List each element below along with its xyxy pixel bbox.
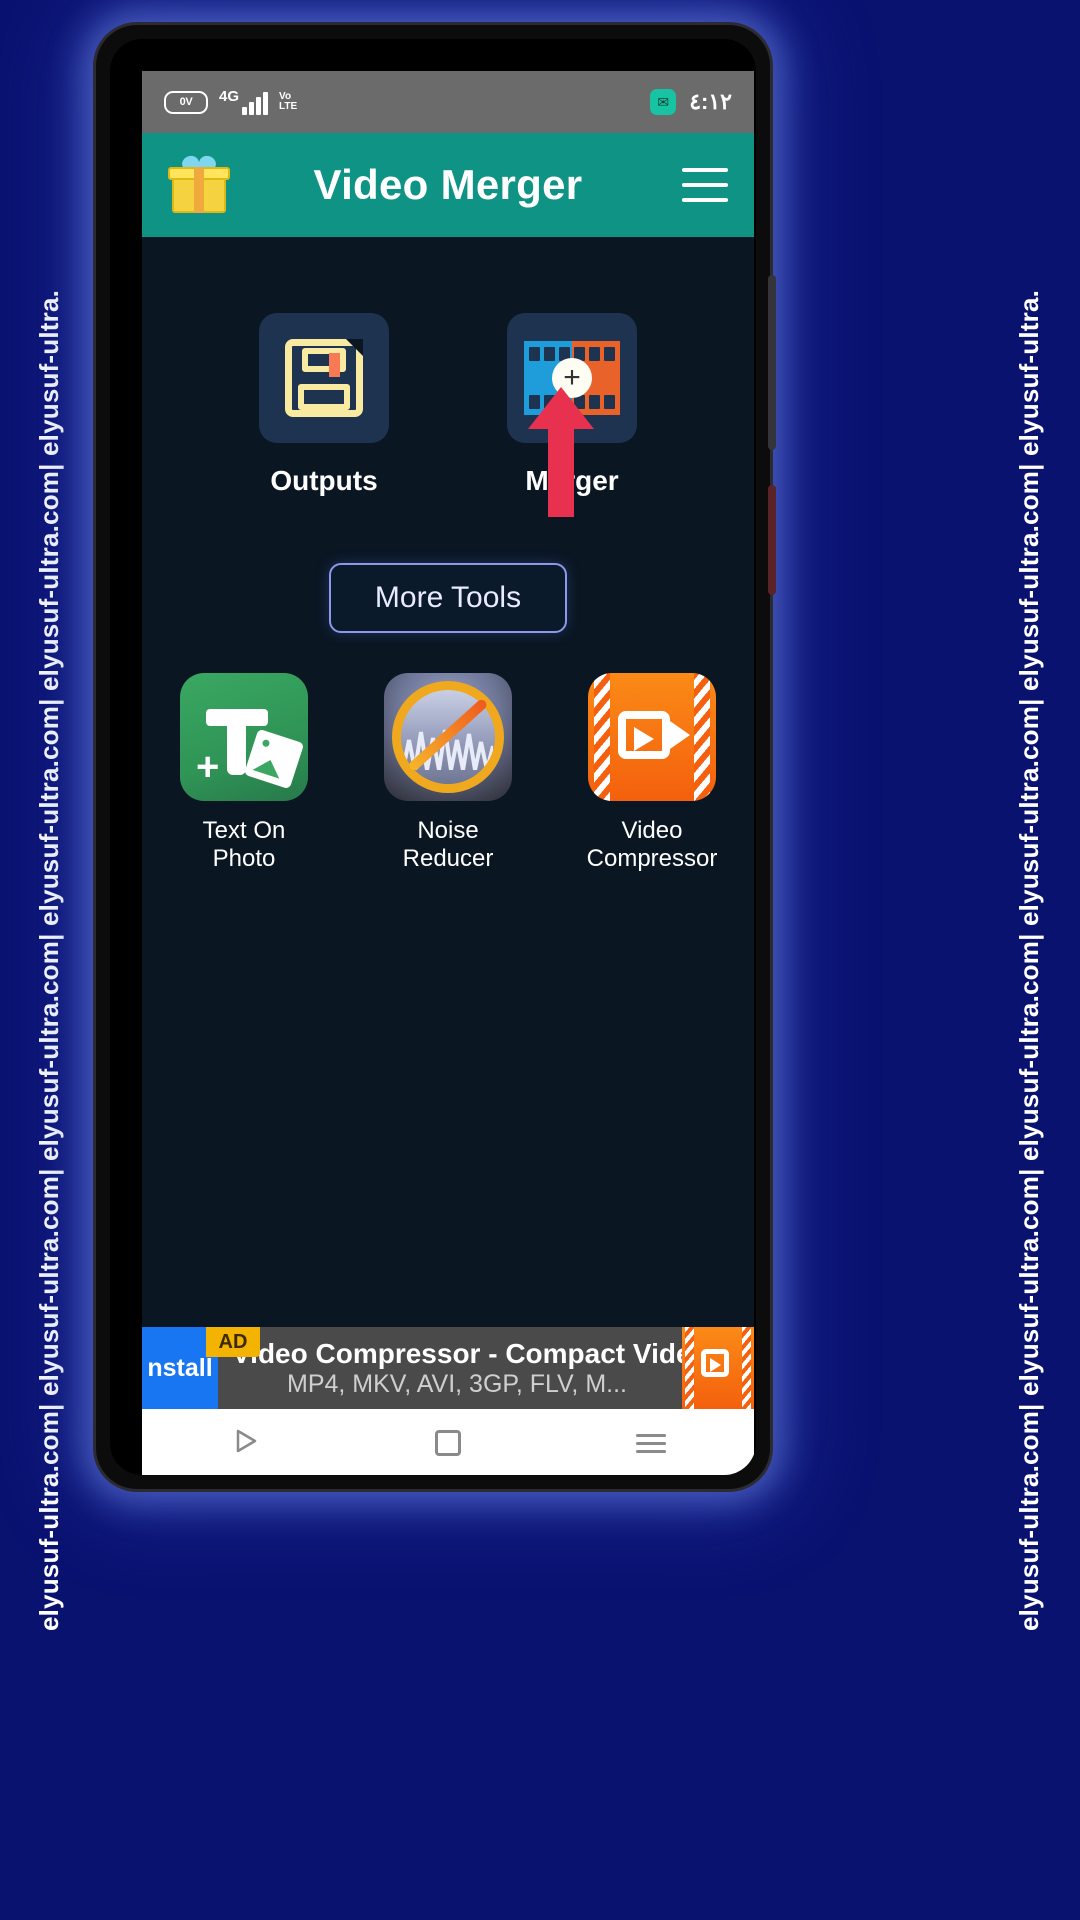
ad-icon-stripe-left [685, 1327, 694, 1409]
signal-bar-2 [249, 102, 255, 115]
tile-outputs-card[interactable] [259, 313, 389, 443]
watermark-rail-right: elyusuf-ultra.com| elyusuf-ultra.com| el… [980, 0, 1080, 1920]
primary-tile-grid: Outputs + [142, 237, 754, 497]
signal-bar-3 [256, 97, 262, 115]
page-title: Video Merger [313, 161, 583, 208]
tool-text-on-photo[interactable]: + Text On Photo [173, 673, 315, 872]
recents-line-2 [636, 1441, 667, 1445]
tool-text-on-photo-label: Text On Photo [202, 817, 286, 872]
floppy-shutter [302, 348, 346, 377]
hamburger-line-1 [682, 168, 728, 172]
compressor-stripe-right [694, 673, 710, 801]
tools-grid: + Text On Photo Noise Reducer Video Comp… [142, 673, 754, 872]
app-bar: Video Merger [142, 133, 754, 237]
ad-title: Video Compressor - Compact Video C... [232, 1337, 682, 1369]
more-tools-row: More Tools [142, 563, 754, 633]
hamburger-line-3 [682, 198, 728, 202]
status-bar-right: ✉ ٤:١٢ [650, 89, 732, 115]
battery-icon: 0V [164, 90, 208, 114]
watermark-text-right: elyusuf-ultra.com| elyusuf-ultra.com| el… [1014, 289, 1045, 1631]
hamburger-menu-icon[interactable] [682, 168, 728, 202]
floppy-write-tab [329, 353, 340, 377]
ad-app-icon [682, 1327, 754, 1409]
compressor-stripe-left [594, 673, 610, 801]
tool-video-compressor[interactable]: Video Compressor [581, 673, 723, 872]
status-bar: 0V 4G Vo LTE ✉ ٤:١٢ [142, 71, 754, 133]
signal-bar-1 [242, 107, 248, 115]
volte-bottom-label: LTE [279, 101, 298, 112]
floppy-label [298, 384, 350, 410]
home-square-icon[interactable] [434, 1430, 461, 1456]
system-navigation-bar [142, 1409, 754, 1475]
power-button[interactable] [768, 485, 776, 595]
ad-text: Video Compressor - Compact Video C... MP… [218, 1327, 682, 1409]
ad-install-button[interactable]: nstall AD [142, 1327, 260, 1409]
text-t-stem [227, 717, 246, 775]
recents-line-1 [636, 1433, 667, 1437]
noise-reducer-icon[interactable] [384, 673, 512, 801]
battery-label: 0V [179, 96, 193, 108]
watermark-text-left: elyusuf-ultra.com| elyusuf-ultra.com| el… [34, 289, 65, 1631]
tool-noise-reducer[interactable]: Noise Reducer [377, 673, 519, 872]
volume-button[interactable] [768, 275, 776, 450]
compressor-camera-lens [670, 721, 690, 749]
tool-noise-reducer-label: Noise Reducer [402, 817, 494, 872]
tile-outputs-label: Outputs [270, 465, 378, 496]
back-triangle-icon[interactable] [230, 1426, 260, 1461]
ad-banner[interactable]: nstall AD Video Compressor - Compact Vid… [142, 1327, 754, 1409]
ad-icon-stripe-right [742, 1327, 751, 1409]
message-icon: ✉ [650, 89, 677, 115]
phone-frame: 0V 4G Vo LTE ✉ ٤:١٢ Video Merger Outputs… [93, 22, 776, 1492]
gift-icon[interactable] [168, 157, 230, 213]
floppy-disk-icon [285, 339, 363, 417]
ad-subtitle: MP4, MKV, AVI, 3GP, FLV, M... [287, 1369, 627, 1398]
tool-video-compressor-label: Video Compressor [586, 817, 718, 872]
phone-bezel: 0V 4G Vo LTE ✉ ٤:١٢ Video Merger Outputs… [110, 39, 756, 1475]
photo-thumb [243, 728, 305, 790]
compressor-camera-body [618, 711, 670, 759]
hamburger-line-2 [682, 183, 728, 187]
signal-bar-4 [263, 92, 269, 115]
red-up-arrow-annotation [528, 387, 594, 517]
more-tools-button[interactable]: More Tools [328, 563, 568, 633]
status-bar-left: 0V 4G Vo LTE [164, 89, 297, 115]
signal-bars-icon: 4G [219, 88, 269, 115]
tile-outputs[interactable]: Outputs [259, 313, 389, 497]
text-on-photo-icon[interactable]: + [180, 673, 308, 801]
status-bar-clock: ٤:١٢ [689, 89, 732, 114]
recents-lines-icon[interactable] [636, 1433, 667, 1453]
main-content: Outputs + More Tools + Text On Photo Noi… [142, 237, 754, 1475]
gift-ribbon [194, 167, 204, 213]
watermark-rail-left: elyusuf-ultra.com| elyusuf-ultra.com| el… [0, 0, 100, 1920]
phone-screen: 0V 4G Vo LTE ✉ ٤:١٢ Video Merger Outputs… [142, 71, 754, 1475]
volte-icon: Vo LTE [279, 92, 297, 112]
video-compressor-icon[interactable] [588, 673, 716, 801]
ad-icon-camera [701, 1349, 729, 1377]
network-type-label: 4G [219, 88, 240, 105]
ad-badge: AD [206, 1327, 260, 1357]
text-plus-sign: + [196, 745, 220, 789]
recents-line-3 [636, 1449, 667, 1453]
